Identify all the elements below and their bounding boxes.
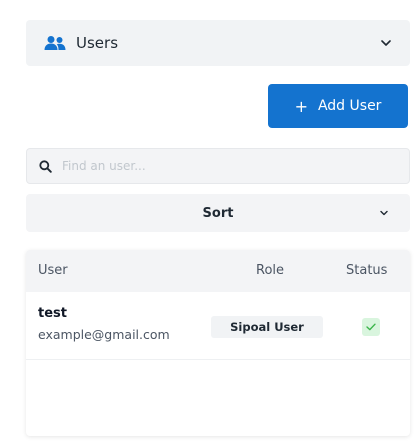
users-icon xyxy=(44,36,66,50)
user-email: example@gmail.com xyxy=(38,327,170,342)
add-user-button-label: Add User xyxy=(317,98,382,114)
sort-dropdown[interactable]: Sort xyxy=(26,194,410,232)
chevron-down-icon xyxy=(380,210,388,216)
table-header: User Role Status xyxy=(26,250,410,292)
column-header-user[interactable]: User xyxy=(38,263,68,278)
section-selector-label: Users xyxy=(76,34,119,52)
users-table: User Role Status test example@gmail.com … xyxy=(26,250,410,436)
plus-icon: + xyxy=(294,96,308,116)
column-header-status[interactable]: Status xyxy=(346,263,387,278)
section-selector[interactable]: Users xyxy=(26,20,410,66)
role-badge: Sipoal User xyxy=(211,316,323,338)
search-box xyxy=(26,148,410,184)
sort-label: Sort xyxy=(202,205,234,221)
chevron-down-icon xyxy=(381,40,391,46)
search-input[interactable] xyxy=(62,159,397,173)
user-name: test xyxy=(38,306,67,321)
column-header-role[interactable]: Role xyxy=(256,263,284,278)
active-check-icon xyxy=(362,318,380,336)
add-user-button[interactable]: + Add User xyxy=(268,84,408,128)
table-row[interactable]: test example@gmail.com Sipoal User xyxy=(26,292,410,360)
search-icon xyxy=(39,159,52,173)
